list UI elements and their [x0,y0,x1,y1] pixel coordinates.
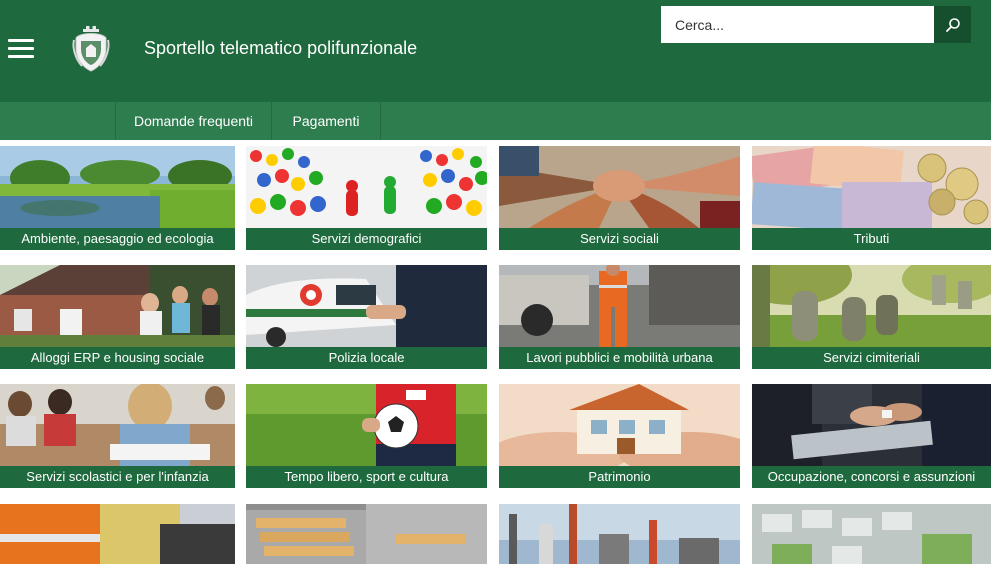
nav-item-faq[interactable]: Domande frequenti [115,102,272,140]
tile-row4-3[interactable] [499,504,740,564]
tile-housing[interactable]: Alloggi ERP e housing sociale [0,265,235,369]
tile-demographic[interactable]: Servizi demografici [246,146,487,250]
lake-landscape-image [0,146,235,228]
services-grid: Ambiente, paesaggio ed ecologia Servizi … [0,140,991,564]
classroom-image [0,384,235,466]
tile-row4-2[interactable] [246,504,487,564]
tile-taxes[interactable]: Tributi [752,146,991,250]
tile-police[interactable]: Polizia locale [246,265,487,369]
tile-environment[interactable]: Ambiente, paesaggio ed ecologia [0,146,235,250]
handshake-image [752,384,991,466]
tile-label: Servizi demografici [246,228,487,250]
file-folders-image [246,504,487,564]
police-car-image [246,265,487,347]
tile-label: Servizi cimiteriali [752,347,991,369]
main-nav: Domande frequenti Pagamenti [0,102,991,140]
tile-label: Polizia locale [246,347,487,369]
tile-label: Alloggi ERP e housing sociale [0,347,235,369]
tile-row4-4[interactable] [752,504,991,564]
tile-row4-1[interactable] [0,504,235,564]
money-image [752,146,991,228]
search-icon [945,17,960,32]
tile-employment[interactable]: Occupazione, concorsi e assunzioni [752,384,991,488]
tile-school[interactable]: Servizi scolastici e per l'infanzia [0,384,235,488]
tile-public-works[interactable]: Lavori pubblici e mobilità urbana [499,265,740,369]
municipal-crest-icon[interactable] [72,26,110,72]
house-in-hands-image [499,384,740,466]
tile-sport[interactable]: Tempo libero, sport e cultura [246,384,487,488]
tile-cemetery[interactable]: Servizi cimiteriali [752,265,991,369]
game-pieces-image [246,146,487,228]
joined-hands-image [499,146,740,228]
site-title: Sportello telematico polifunzionale [144,38,418,58]
graveyard-image [752,265,991,347]
tile-label: Servizi sociali [499,228,740,250]
site-header: Sportello telematico polifunzionale [0,0,991,102]
search-input[interactable] [661,6,934,43]
tile-patrimony[interactable]: Patrimonio [499,384,740,488]
tile-label: Tributi [752,228,991,250]
worker-image [0,504,235,564]
tile-label: Patrimonio [499,466,740,488]
hamburger-menu-icon[interactable] [8,38,34,60]
tile-label: Occupazione, concorsi e assunzioni [752,466,991,488]
family-house-image [0,265,235,347]
tile-label: Servizi scolastici e per l'infanzia [0,466,235,488]
city-plan-image [752,504,991,564]
soccer-ball-image [246,384,487,466]
tile-label: Lavori pubblici e mobilità urbana [499,347,740,369]
tile-label: Ambiente, paesaggio ed ecologia [0,228,235,250]
tile-social[interactable]: Servizi sociali [499,146,740,250]
road-works-image [499,265,740,347]
industrial-plant-image [499,504,740,564]
nav-item-payments[interactable]: Pagamenti [272,102,381,140]
search-button[interactable] [934,6,971,43]
tile-label: Tempo libero, sport e cultura [246,466,487,488]
